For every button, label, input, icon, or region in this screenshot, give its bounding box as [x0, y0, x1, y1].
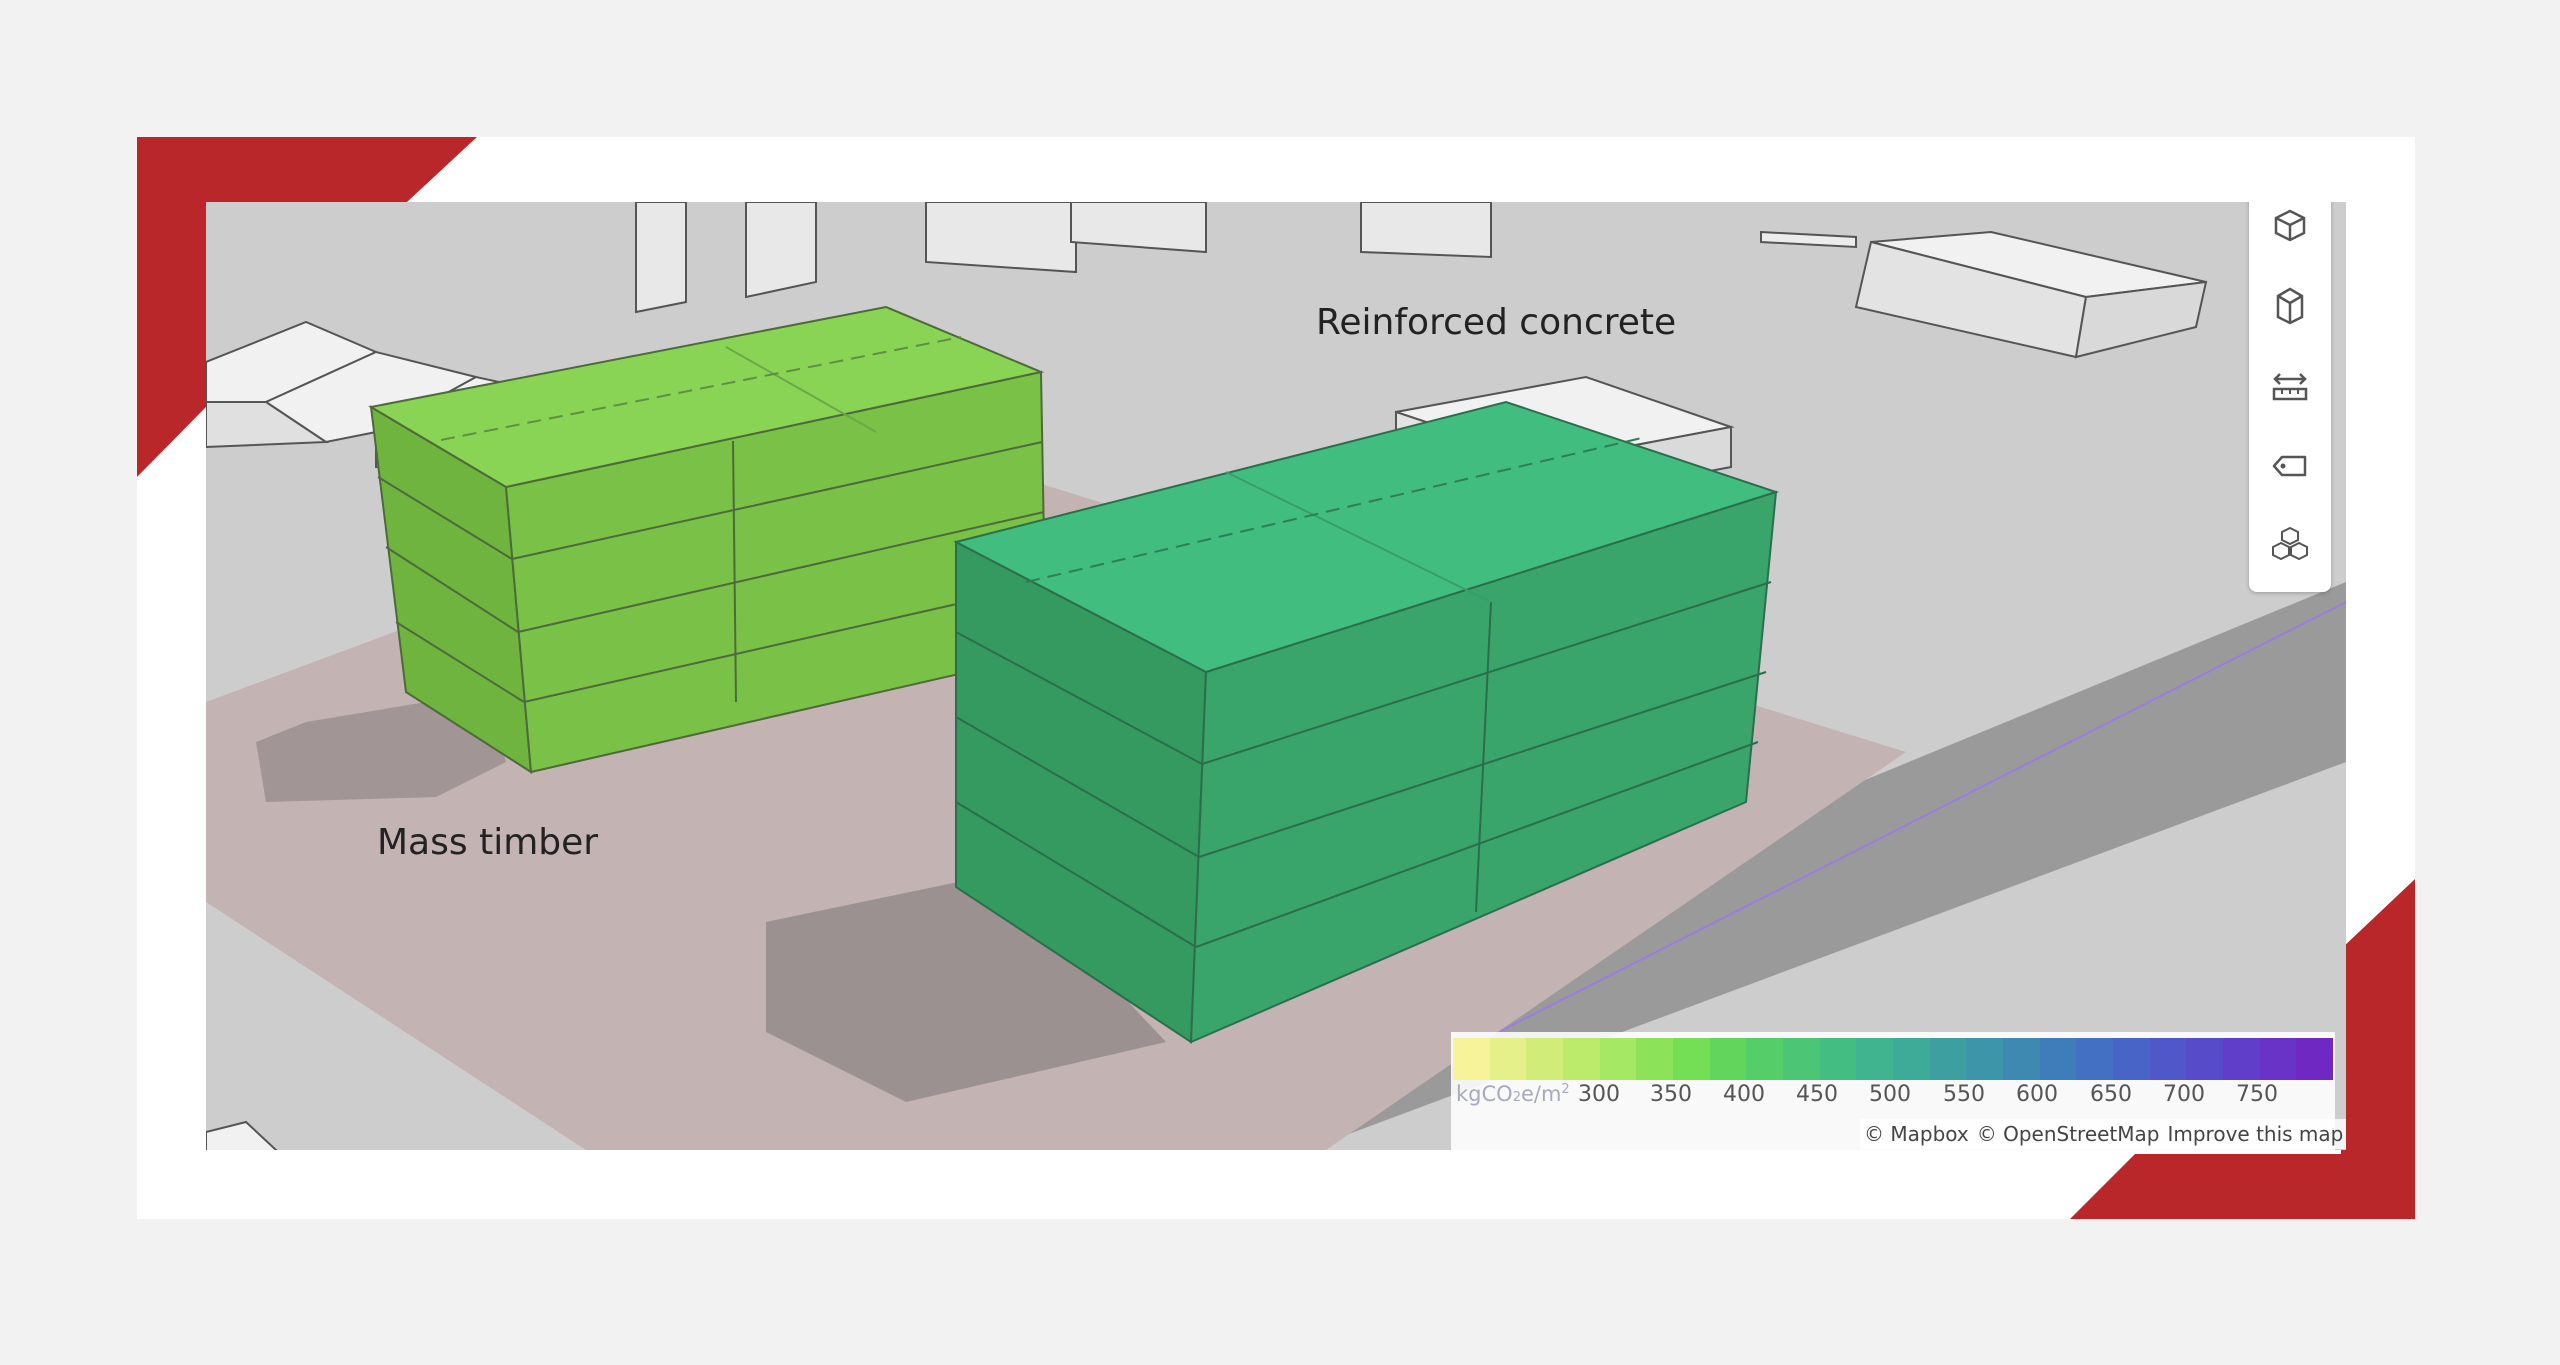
building-icon	[2276, 287, 2304, 325]
mass-timber-label: Mass timber	[377, 822, 599, 863]
legend-color-swatch	[1709, 1038, 1747, 1080]
legend-tick: 750	[2236, 1082, 2278, 1107]
legend-color-swatch	[1453, 1038, 1490, 1080]
stacked-cubes-icon	[2272, 526, 2308, 561]
legend-unit-label: kgCO2e/m2	[1456, 1082, 1570, 1106]
view-3d-button[interactable]	[2266, 202, 2314, 250]
legend-color-swatch	[1673, 1038, 1710, 1080]
legend-tick: 450	[1796, 1082, 1838, 1107]
map-attribution: © Mapbox © OpenStreetMap Improve this map	[1860, 1119, 2346, 1149]
legend-tick: 550	[1943, 1082, 1985, 1107]
tag-icon	[2272, 455, 2307, 477]
legend-tick: 350	[1650, 1082, 1692, 1107]
tag-button[interactable]	[2266, 442, 2314, 490]
osm-attribution-link[interactable]: © OpenStreetMap	[1977, 1122, 2160, 1146]
legend-color-swatch	[1563, 1038, 1600, 1080]
legend-tick: 500	[1869, 1082, 1911, 1107]
legend-color-swatch	[1966, 1038, 2004, 1080]
map-toolbar	[2249, 202, 2331, 592]
massing-button[interactable]	[2266, 522, 2314, 570]
ruler-icon	[2272, 373, 2308, 401]
legend-color-swatch	[2149, 1038, 2187, 1080]
legend-color-swatch	[1893, 1038, 1930, 1080]
legend-color-swatch	[1636, 1038, 1674, 1080]
cube-view-icon	[2274, 209, 2306, 242]
legend-color-swatch	[1746, 1038, 1784, 1080]
legend-color-swatch	[1929, 1038, 1967, 1080]
legend-color-swatch	[1783, 1038, 1820, 1080]
legend-color-scale	[1453, 1038, 2334, 1080]
legend-color-swatch	[1526, 1038, 1564, 1080]
legend-color-swatch	[2223, 1038, 2260, 1080]
map-viewport[interactable]: Reinforced concrete Mass timber kgCO2e/m…	[206, 202, 2346, 1150]
legend-color-swatch	[2003, 1038, 2040, 1080]
slide-frame: Reinforced concrete Mass timber kgCO2e/m…	[137, 137, 2415, 1219]
legend-color-swatch	[1819, 1038, 1857, 1080]
legend-color-swatch	[2076, 1038, 2114, 1080]
legend-color-swatch	[1856, 1038, 1894, 1080]
legend-tick: 700	[2163, 1082, 2205, 1107]
legend-tick: 650	[2090, 1082, 2132, 1107]
improve-map-link[interactable]: Improve this map	[2167, 1122, 2343, 1146]
mapbox-attribution-link[interactable]: © Mapbox	[1864, 1122, 1969, 1146]
legend-color-swatch	[2039, 1038, 2077, 1080]
legend-color-swatch	[2186, 1038, 2224, 1080]
building-select-button[interactable]	[2266, 282, 2314, 330]
legend-tick: 600	[2016, 1082, 2058, 1107]
legend-tick: 300	[1578, 1082, 1620, 1107]
legend-tick: 400	[1723, 1082, 1765, 1107]
measure-button[interactable]	[2266, 362, 2314, 410]
reinforced-concrete-label: Reinforced concrete	[1316, 302, 1677, 343]
legend-color-swatch	[2113, 1038, 2150, 1080]
3d-scene	[206, 202, 2346, 1150]
legend-color-swatch	[1599, 1038, 1637, 1080]
legend-color-swatch	[2259, 1038, 2297, 1080]
legend-color-swatch	[1489, 1038, 1527, 1080]
legend-color-swatch	[2296, 1038, 2334, 1080]
